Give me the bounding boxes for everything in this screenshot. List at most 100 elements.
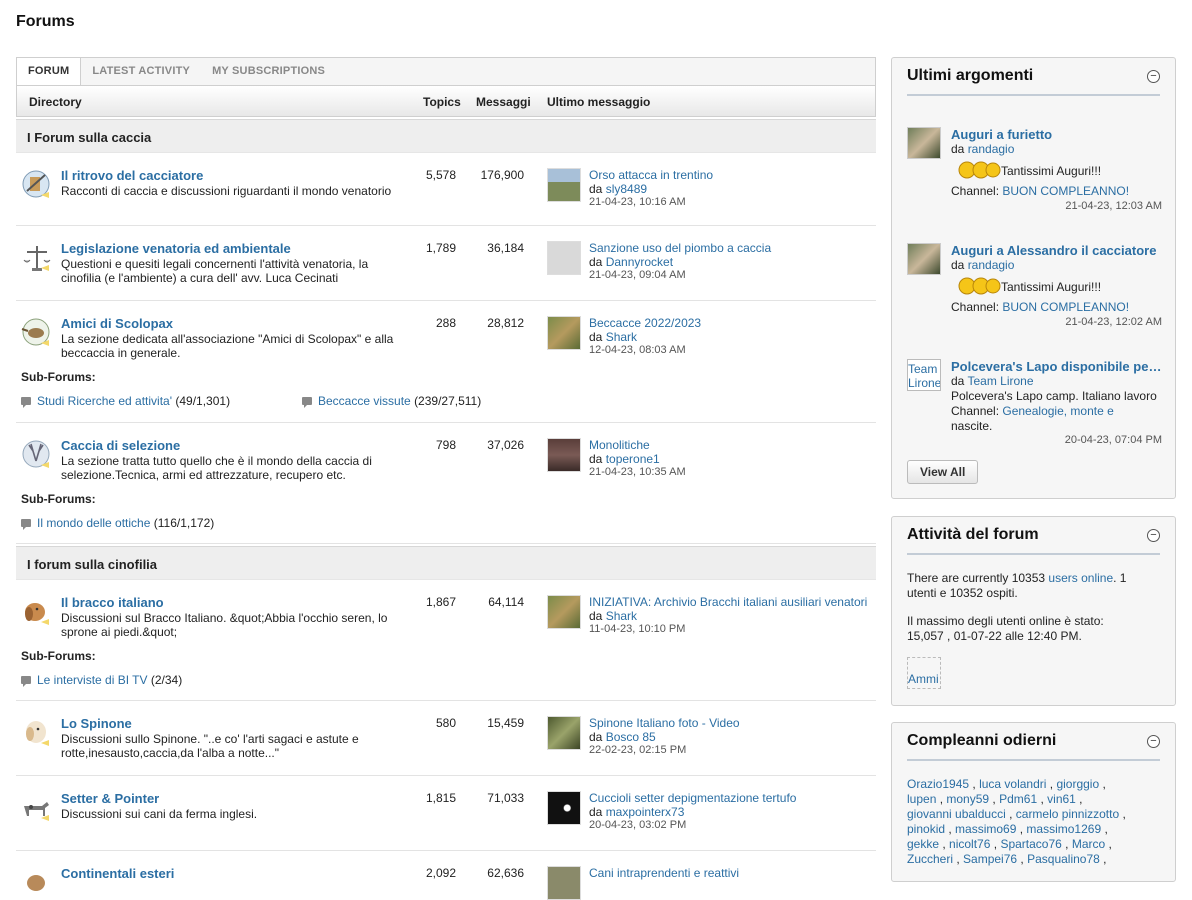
birthday-user-link[interactable]: vin61: [1047, 792, 1076, 806]
section-header: I forum sulla cinofilia: [16, 546, 876, 580]
channel-link[interactable]: Genealogie, monte e: [1002, 404, 1113, 418]
view-all-button[interactable]: View All: [907, 460, 979, 484]
separator: ,: [989, 792, 1000, 806]
tab-my-subscriptions[interactable]: MY SUBSCRIPTIONS: [201, 58, 336, 85]
last-post-title[interactable]: Monolitiche: [589, 438, 650, 452]
last-post-author: da Shark: [589, 609, 637, 623]
author-link[interactable]: Team Lirone: [967, 374, 1033, 388]
author-link[interactable]: randagio: [968, 258, 1015, 272]
sub-forum-link[interactable]: Le interviste di BI TV: [37, 673, 148, 687]
topic-title[interactable]: Auguri a Alessandro il cacciatore: [951, 243, 1166, 258]
separator: ,: [1017, 852, 1028, 866]
birthday-user-link[interactable]: Spartaco76: [1000, 837, 1061, 851]
last-post-title[interactable]: Sanzione uso del piombo a caccia: [589, 241, 771, 255]
last-post-title[interactable]: Beccacce 2022/2023: [589, 316, 701, 330]
last-post-thumbnail[interactable]: [547, 791, 581, 825]
max-label: Il massimo degli utenti online è stato:: [907, 614, 1104, 628]
sub-forums-label: Sub-Forums:: [21, 370, 96, 384]
author-link[interactable]: Dannyrocket: [606, 255, 673, 269]
users-online-link[interactable]: users online: [1048, 571, 1113, 585]
channel-link[interactable]: BUON COMPLEANNO!: [1002, 184, 1129, 198]
last-post-thumbnail[interactable]: [547, 316, 581, 350]
author-link[interactable]: sly8489: [606, 182, 647, 196]
latest-topics-widget: Ultimi argomenti − Auguri a furietto da …: [891, 57, 1176, 499]
topic-title[interactable]: Polcevera's Lapo disponibile per monte: [951, 359, 1166, 374]
sub-forum-link[interactable]: Il mondo delle ottiche: [37, 516, 150, 530]
topics-count: 288: [435, 316, 456, 330]
last-post-title[interactable]: Cani intraprendenti e reattivi: [589, 866, 739, 880]
birthday-user-link[interactable]: Sampei76: [963, 852, 1017, 866]
topic-title[interactable]: Auguri a furietto: [951, 127, 1166, 142]
forum-title[interactable]: Amici di Scolopax: [61, 316, 173, 331]
birthday-user-link[interactable]: Orazio1945: [907, 777, 969, 791]
birthday-user-link[interactable]: Pasqualino78: [1027, 852, 1100, 866]
last-post-thumbnail[interactable]: [547, 241, 581, 275]
forum-title[interactable]: Lo Spinone: [61, 716, 132, 731]
sub-forum-link[interactable]: Beccacce vissute: [318, 394, 411, 408]
birthday-user-link[interactable]: giorggio: [1056, 777, 1099, 791]
by-label: da: [951, 374, 968, 388]
channel-link-continued[interactable]: nascite.: [951, 419, 1161, 433]
author-link[interactable]: maxpointerx73: [606, 805, 685, 819]
author-link[interactable]: Shark: [606, 609, 637, 623]
forum-row: Lo Spinone Discussioni sullo Spinone. ".…: [16, 701, 876, 776]
online-text-b: . 1: [1113, 571, 1127, 585]
topic-channel: Channel: BUON COMPLEANNO!: [951, 300, 1161, 314]
separator: ,: [1099, 852, 1107, 866]
last-post-title[interactable]: INIZIATIVA: Archivio Bracchi italiani au…: [589, 595, 867, 609]
birthday-user-link[interactable]: lupen: [907, 792, 936, 806]
separator: ,: [1101, 822, 1108, 836]
forum-title[interactable]: Il bracco italiano: [61, 595, 164, 610]
online-image: Ammi: [907, 657, 941, 689]
messages-count: 176,900: [480, 168, 524, 182]
birthday-user-link[interactable]: nicolt76: [949, 837, 990, 851]
smiley-icon: [958, 161, 1001, 179]
birthday-user-link[interactable]: luca volandri: [979, 777, 1046, 791]
latest-topic-item: Auguri a furietto da randagio Tantissimi…: [907, 127, 1162, 217]
last-post-title[interactable]: Spinone Italiano foto - Video: [589, 716, 740, 730]
avatar[interactable]: [907, 127, 941, 159]
avatar[interactable]: [907, 243, 941, 275]
separator: ,: [1061, 837, 1072, 851]
tab-forum[interactable]: FORUM: [17, 58, 82, 87]
author-link[interactable]: Shark: [606, 330, 637, 344]
last-post-thumbnail[interactable]: [547, 866, 581, 900]
birthday-user-link[interactable]: Pdm61: [999, 792, 1037, 806]
author-link[interactable]: toperone1: [606, 452, 660, 466]
collapse-icon[interactable]: −: [1147, 529, 1160, 542]
last-post-thumbnail[interactable]: [547, 438, 581, 472]
birthday-user-link[interactable]: massimo69: [955, 822, 1016, 836]
topics-count: 1,789: [425, 241, 456, 255]
last-post-title[interactable]: Cuccioli setter depigmentazione tertufo: [589, 791, 796, 805]
birthday-user-link[interactable]: Marco: [1072, 837, 1105, 851]
avatar[interactable]: Team Lirone: [907, 359, 941, 391]
birthday-list: Orazio1945 , luca volandri , giorggio , …: [907, 777, 1167, 867]
birthday-user-link[interactable]: carmelo pinnizzotto: [1016, 807, 1119, 821]
tab-latest-activity[interactable]: LATEST ACTIVITY: [81, 58, 201, 85]
collapse-icon[interactable]: −: [1147, 70, 1160, 83]
last-post-title[interactable]: Orso attacca in trentino: [589, 168, 713, 182]
last-post-thumbnail[interactable]: [547, 716, 581, 750]
last-post-author: da Bosco 85: [589, 730, 656, 744]
birthday-user-link[interactable]: Zuccheri: [907, 852, 953, 866]
collapse-icon[interactable]: −: [1147, 735, 1160, 748]
forum-title[interactable]: Continentali esteri: [61, 866, 174, 881]
birthday-user-link[interactable]: massimo1269: [1026, 822, 1101, 836]
author-link[interactable]: Bosco 85: [606, 730, 656, 744]
forum-title[interactable]: Legislazione venatoria ed ambientale: [61, 241, 291, 256]
author-link[interactable]: randagio: [968, 142, 1015, 156]
last-post-thumbnail[interactable]: [547, 168, 581, 202]
forum-title[interactable]: Il ritrovo del cacciatore: [61, 168, 203, 183]
forum-title[interactable]: Caccia di selezione: [61, 438, 180, 453]
channel-link[interactable]: BUON COMPLEANNO!: [1002, 300, 1129, 314]
topics-count: 580: [435, 716, 456, 730]
topic-channel: Channel: BUON COMPLEANNO!: [951, 184, 1161, 198]
birthday-user-link[interactable]: mony59: [946, 792, 989, 806]
birthday-user-link[interactable]: pinokid: [907, 822, 945, 836]
birthday-user-link[interactable]: gekke: [907, 837, 939, 851]
sub-forum-link[interactable]: Studi Ricerche ed attivita': [37, 394, 172, 408]
last-post-thumbnail[interactable]: [547, 595, 581, 629]
forum-title[interactable]: Setter & Pointer: [61, 791, 159, 806]
birthday-user-link[interactable]: giovanni ubalducci: [907, 807, 1006, 821]
divider: [907, 553, 1160, 555]
